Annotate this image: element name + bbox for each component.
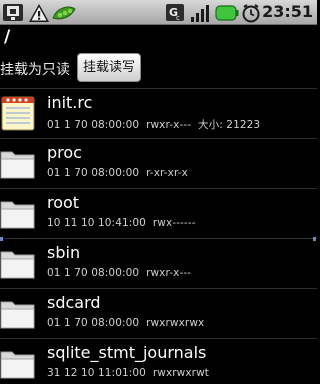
file-name: proc — [47, 143, 82, 162]
file-name: init.rc — [47, 93, 93, 112]
file-date: 01 1 70 08:00:00 — [47, 119, 140, 131]
status-time: 23:51 — [262, 2, 313, 21]
file-date: 01 1 70 08:00:00 — [47, 267, 140, 279]
file-perms: rwxr-x--- — [146, 267, 192, 279]
folder-icon — [0, 244, 38, 282]
file-row-proc[interactable]: proc 01 1 70 08:00:00 r-xr-xr-x — [0, 139, 317, 188]
file-row-sbin[interactable]: sbin 01 1 70 08:00:00 rwxr-x--- — [0, 239, 317, 288]
file-meta: 10 11 10 10:41:00 rwx------ — [47, 217, 196, 229]
svg-text:c: c — [176, 14, 180, 22]
mount-status-label: 挂载为只读 — [0, 62, 70, 78]
notification-icon: G c — [165, 3, 185, 27]
file-meta: 01 1 70 08:00:00 rwxr-x--- 大小: 21223 — [47, 117, 260, 132]
warning-icon — [28, 3, 50, 27]
file-date: 10 11 10 10:41:00 — [47, 217, 146, 229]
file-row-root[interactable]: root 10 11 10 10:41:00 rwx------ — [0, 189, 317, 238]
file-size: 大小: 21223 — [198, 119, 261, 131]
current-path: / — [4, 27, 11, 47]
peapod-icon — [51, 3, 77, 27]
file-name: sbin — [47, 243, 81, 262]
file-meta: 01 1 70 08:00:00 rwxrwxrwx — [47, 317, 204, 329]
file-date: 31 12 10 11:01:00 — [47, 367, 146, 379]
mount-row: 挂载为只读 挂载读写 — [0, 50, 317, 86]
text-file-icon — [0, 94, 38, 132]
alarm-icon — [241, 3, 261, 27]
file-meta: 01 1 70 08:00:00 r-xr-xr-x — [47, 167, 188, 179]
file-name: root — [47, 193, 80, 212]
file-perms: rwx------ — [152, 217, 196, 229]
file-name: sqlite_stmt_journals — [47, 343, 207, 362]
path-bar: / — [0, 26, 317, 50]
file-perms: rwxrwxrwx — [146, 317, 205, 329]
file-perms: rwxrwxrwt — [152, 367, 210, 379]
file-meta: 31 12 10 11:01:00 rwxrwxrwt — [47, 367, 209, 379]
file-row-sqlite-stmt-journals[interactable]: sqlite_stmt_journals 31 12 10 11:01:00 r… — [0, 339, 317, 384]
file-list: init.rc 01 1 70 08:00:00 rwxr-x--- 大小: 2… — [0, 88, 317, 384]
folder-icon — [0, 344, 38, 382]
file-perms: rwxr-x--- — [146, 119, 192, 131]
folder-icon — [0, 144, 38, 182]
signal-icon — [190, 3, 212, 27]
battery-icon — [215, 4, 239, 26]
mount-rw-button[interactable]: 挂载读写 — [77, 53, 141, 82]
usb-debug-icon — [2, 3, 26, 27]
file-perms: r-xr-xr-x — [146, 167, 188, 179]
file-date: 01 1 70 08:00:00 — [47, 167, 140, 179]
folder-icon — [0, 194, 38, 232]
file-row-sdcard[interactable]: sdcard 01 1 70 08:00:00 rwxrwxrwx — [0, 289, 317, 338]
file-row-init-rc[interactable]: init.rc 01 1 70 08:00:00 rwxr-x--- 大小: 2… — [0, 89, 317, 138]
file-name: sdcard — [47, 293, 101, 312]
file-meta: 01 1 70 08:00:00 rwxr-x--- — [47, 267, 191, 279]
folder-icon — [0, 294, 38, 332]
status-bar: G c 23:51 — [0, 0, 317, 25]
file-date: 01 1 70 08:00:00 — [47, 317, 140, 329]
